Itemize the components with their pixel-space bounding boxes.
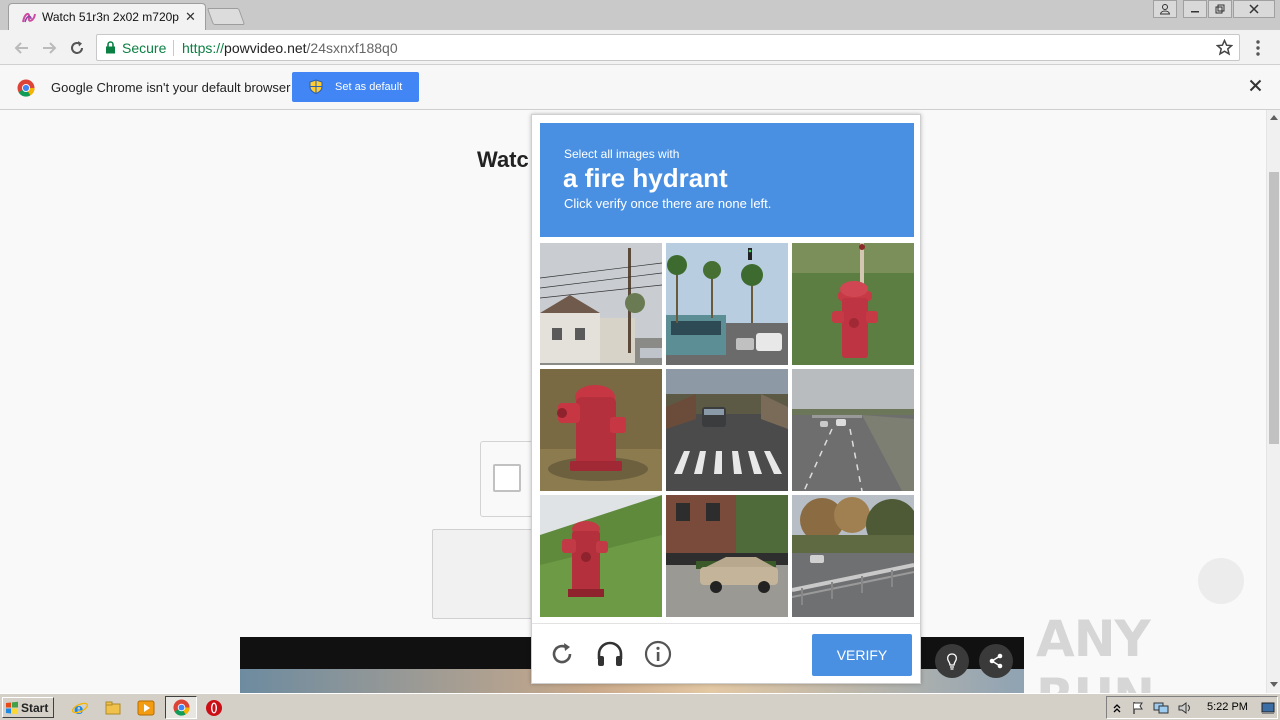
infobar-message: Google Chrome isn't your default browser [51,80,291,95]
reload-icon[interactable] [67,38,87,58]
show-desktop-icon[interactable] [1261,701,1275,715]
scroll-down-arrow-icon[interactable] [1270,682,1278,687]
set-as-default-label: Set as default [335,81,403,93]
restore-icon [1215,4,1225,14]
person-icon [1159,4,1171,15]
challenge-footer: VERIFY [532,623,920,683]
chrome-logo-icon [17,79,35,97]
lock-icon [106,41,115,54]
browser-toolbar: Secure https://powvideo.net/24sxnxf188q0 [0,30,1280,65]
network-icon[interactable] [1153,701,1169,715]
file-explorer-icon[interactable] [104,699,122,717]
verify-button[interactable]: VERIFY [812,634,912,676]
recaptcha-challenge: Select all images with a fire hydrant Cl… [531,114,921,684]
close-window-button[interactable] [1233,0,1275,18]
media-player-icon[interactable] [137,699,155,717]
floating-action-circle[interactable] [1198,558,1244,604]
prompt-target-object: a fire hydrant [563,163,728,193]
svg-text:e: e [74,700,84,717]
infobar-close-icon[interactable] [1249,79,1262,92]
anyrun-watermark: ANY RUN [1036,610,1155,693]
recaptcha-checkbox[interactable] [493,464,521,492]
windows-taskbar: Start e 5:22 PM [0,693,1280,720]
tray-expand-icon[interactable] [1112,702,1122,714]
challenge-prompt: Select all images with a fire hydrant Cl… [540,123,914,237]
back-arrow-icon[interactable] [12,38,32,58]
captcha-tile[interactable] [540,243,662,365]
windows-logo-icon [6,701,18,715]
lightbulb-icon [947,653,957,670]
captcha-tile[interactable] [666,243,788,365]
url-text: https://powvideo.net/24sxnxf188q0 [182,40,398,56]
bookmark-star-icon[interactable] [1216,39,1233,56]
restore-button[interactable] [1208,0,1232,18]
action-center-flag-icon[interactable] [1131,701,1145,715]
address-bar[interactable]: Secure https://powvideo.net/24sxnxf188q0 [96,34,1240,61]
captcha-tile[interactable] [540,369,662,491]
new-tab-button[interactable] [206,8,246,25]
kebab-menu-icon[interactable] [1250,39,1266,57]
volume-icon[interactable] [1177,701,1193,715]
scroll-thumb[interactable] [1269,172,1279,444]
captcha-tile[interactable] [792,495,914,617]
captcha-tile[interactable] [540,495,662,617]
profile-button[interactable] [1153,0,1177,18]
url-scheme: https:// [182,40,225,56]
chrome-taskbar-icon [173,699,190,716]
chrome-taskbar-button[interactable] [165,696,197,719]
default-browser-infobar: Google Chrome isn't your default browser… [0,65,1280,110]
powvideo-favicon-icon [22,12,36,23]
system-tray: 5:22 PM [1106,696,1278,719]
omnibox-separator [173,40,174,56]
taskbar-clock: 5:22 PM [1207,701,1248,713]
page-scrollbar[interactable] [1266,110,1280,693]
url-path: /24sxnxf188q0 [306,40,398,56]
captcha-tile[interactable] [666,495,788,617]
reload-challenge-icon[interactable] [546,638,578,670]
minimize-button[interactable] [1183,0,1207,18]
tab-title: Watch 51r3n 2x02 m720p m [42,10,182,24]
start-label: Start [21,701,49,715]
secure-label: Secure [122,40,167,56]
share-button[interactable] [979,644,1013,678]
tab-strip: Watch 51r3n 2x02 m720p m ✕ [0,0,1280,30]
headphones-audio-icon[interactable] [594,638,626,670]
tab-close-icon[interactable]: ✕ [185,9,196,24]
info-icon[interactable] [642,638,674,670]
captcha-tile[interactable] [666,369,788,491]
start-button[interactable]: Start [2,697,54,718]
captcha-tile[interactable] [792,243,914,365]
set-as-default-button[interactable]: Set as default [292,72,419,102]
captcha-tile[interactable] [792,369,914,491]
image-grid [540,243,914,617]
internet-explorer-icon[interactable]: e [71,699,89,717]
opera-icon[interactable] [205,699,223,717]
uac-shield-icon [309,79,323,94]
minimize-icon [1191,11,1199,13]
page-heading: Watc [477,147,529,172]
prompt-subinstruction: Click verify once there are none left. [564,196,772,211]
browser-tab[interactable]: Watch 51r3n 2x02 m720p m ✕ [8,3,206,30]
scroll-up-arrow-icon[interactable] [1270,115,1278,120]
url-host: powvideo.net [224,40,307,56]
share-icon [989,653,1003,669]
prompt-instruction: Select all images with [564,147,680,161]
forward-arrow-icon[interactable] [39,38,59,58]
lightbulb-button[interactable] [935,644,969,678]
close-icon [1249,4,1259,14]
